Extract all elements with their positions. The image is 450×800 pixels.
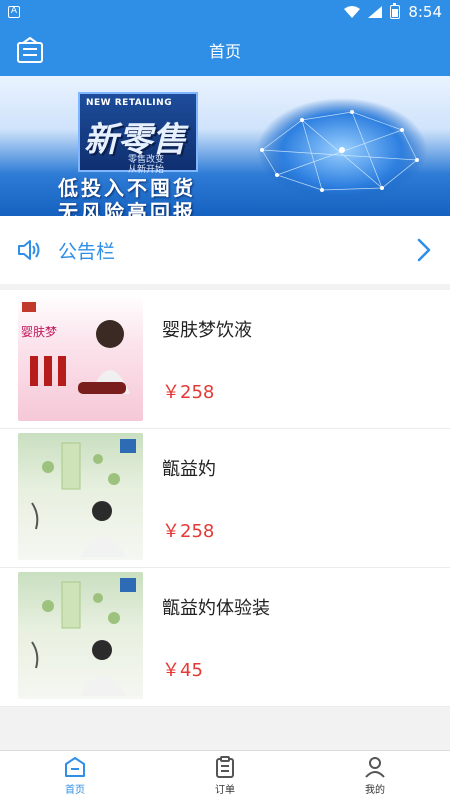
product-name: 婴肤梦饮液 xyxy=(162,320,252,341)
globe-network-image xyxy=(257,98,427,202)
product-price: ￥45 xyxy=(162,660,203,681)
banner-slogan-2: 无风险高回报 xyxy=(58,200,196,216)
new-retail-sign: NEW RETAILING 新零售 零售改变 从新开始 xyxy=(78,92,198,175)
user-icon xyxy=(365,757,385,778)
battery-icon xyxy=(390,3,401,19)
notification-a-icon: A xyxy=(8,6,20,18)
product-name: 甑益妁 xyxy=(162,459,216,480)
sign-english: NEW RETAILING xyxy=(86,98,173,108)
nav-orders-label: 订单 xyxy=(215,785,235,796)
product-card[interactable]: 婴肤梦 婴肤梦饮液 ￥258 xyxy=(0,290,450,429)
box-menu-icon[interactable] xyxy=(16,36,44,64)
status-left: A xyxy=(8,6,20,18)
promo-banner[interactable]: NEW RETAILING 新零售 零售改变 从新开始 低投入不囤货 无风险高回… xyxy=(0,76,450,216)
product-price: ￥258 xyxy=(162,382,215,403)
clipboard-icon xyxy=(216,756,234,778)
status-bar: A 8:54 xyxy=(0,0,450,24)
signal-icon xyxy=(368,6,383,18)
svg-text:婴肤梦: 婴肤梦 xyxy=(21,324,57,339)
product-image xyxy=(18,433,143,560)
nav-home[interactable]: 首页 xyxy=(0,751,150,800)
page-title: 首页 xyxy=(208,42,241,61)
product-list: 婴肤梦 婴肤梦饮液 ￥258 甑益妁 ￥258 甑益妁体验装 ￥45 xyxy=(0,290,450,707)
app-header: 首页 xyxy=(0,24,450,76)
wifi-icon xyxy=(344,6,361,18)
chevron-right-icon[interactable] xyxy=(416,238,432,262)
product-name: 甑益妁体验装 xyxy=(162,598,270,619)
notice-label: 公告栏 xyxy=(58,240,116,263)
status-time: 8:54 xyxy=(408,3,442,21)
status-right: 8:54 xyxy=(344,3,442,21)
nav-home-label: 首页 xyxy=(65,785,85,796)
product-card[interactable]: 甑益妁体验装 ￥45 xyxy=(0,568,450,707)
home-icon xyxy=(65,757,85,777)
product-card[interactable]: 甑益妁 ￥258 xyxy=(0,429,450,568)
nav-profile[interactable]: 我的 xyxy=(300,751,450,800)
product-price: ￥258 xyxy=(162,521,215,542)
product-image: 婴肤梦 xyxy=(18,294,143,421)
product-image xyxy=(18,572,143,699)
notice-bar[interactable]: 公告栏 xyxy=(0,216,450,284)
nav-orders[interactable]: 订单 xyxy=(150,751,300,800)
bottom-nav: 首页 订单 我的 xyxy=(0,750,450,800)
speaker-icon xyxy=(18,240,40,260)
nav-profile-label: 我的 xyxy=(365,785,385,796)
